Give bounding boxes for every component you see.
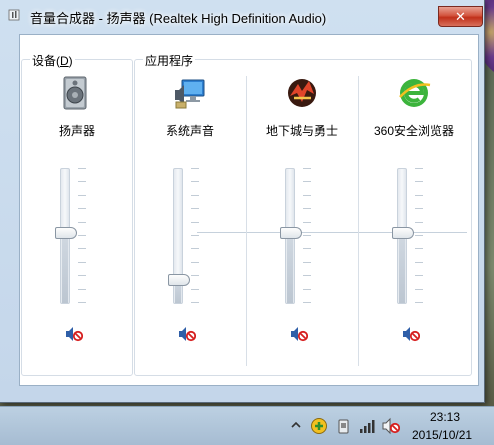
close-button[interactable]: ✕ xyxy=(438,6,483,27)
slider-tick xyxy=(303,235,311,236)
volume-slider-thumb[interactable] xyxy=(168,274,190,287)
mute-toggle-icon[interactable] xyxy=(178,326,196,342)
channel-system-sounds: 系统声音 xyxy=(135,60,245,375)
volume-mixer-window: 音量合成器 - 扬声器 (Realtek High Definition Aud… xyxy=(0,0,485,403)
slider-tick xyxy=(191,208,199,209)
speaker-icon[interactable] xyxy=(60,76,94,110)
360-security-icon[interactable] xyxy=(310,417,328,435)
slider-tick xyxy=(415,262,423,263)
volume-level-fill xyxy=(287,233,293,303)
taskbar: 23:13 2015/10/21 xyxy=(0,406,494,445)
slider-tick xyxy=(191,168,199,169)
slider-tick xyxy=(191,262,199,263)
slider-tick xyxy=(78,181,86,182)
slider-tick xyxy=(78,235,86,236)
slider-tick xyxy=(303,262,311,263)
slider-tick xyxy=(415,248,423,249)
slider-tick xyxy=(415,168,423,169)
slider-tick xyxy=(191,302,199,303)
volume-mixer-icon xyxy=(8,9,20,21)
slider-tick xyxy=(415,181,423,182)
title-bar[interactable]: 音量合成器 - 扬声器 (Realtek High Definition Aud… xyxy=(0,0,484,30)
slider-tick xyxy=(415,195,423,196)
volume-slider-thumb[interactable] xyxy=(280,227,302,240)
channel-name: 360安全浏览器 xyxy=(373,124,455,138)
slider-tick xyxy=(303,289,311,290)
slider-tick xyxy=(415,289,423,290)
slider-tick xyxy=(78,302,86,303)
volume-level-fill xyxy=(399,233,405,303)
slider-tick xyxy=(303,222,311,223)
close-icon: ✕ xyxy=(455,8,466,24)
channel-name: 系统声音 xyxy=(165,124,214,138)
slider-tick xyxy=(78,208,86,209)
slider-tick xyxy=(303,248,311,249)
slider-tick xyxy=(415,235,423,236)
channel-speakers: 扬声器 xyxy=(22,60,132,375)
clock-time[interactable]: 23:13 xyxy=(430,410,460,424)
slider-tick xyxy=(415,208,423,209)
slider-tick xyxy=(191,289,199,290)
usb-device-icon[interactable] xyxy=(334,417,352,435)
slider-tick xyxy=(78,289,86,290)
volume-slider-thumb[interactable] xyxy=(392,227,414,240)
channel-name: 扬声器 xyxy=(58,124,95,138)
slider-tick xyxy=(303,181,311,182)
slider-tick xyxy=(78,248,86,249)
channel-360-browser: 360安全浏览器 xyxy=(359,60,469,375)
slider-ticks xyxy=(303,168,313,304)
slider-tick xyxy=(191,222,199,223)
slider-tick xyxy=(415,302,423,303)
slider-tick xyxy=(191,248,199,249)
slider-tick xyxy=(303,168,311,169)
channel-name: 地下城与勇士 xyxy=(265,124,338,138)
slider-tick xyxy=(191,275,199,276)
mute-toggle-icon[interactable] xyxy=(65,326,83,342)
show-hidden-icons-arrow-icon[interactable] xyxy=(290,419,302,431)
window-title: 音量合成器 - 扬声器 (Realtek High Definition Aud… xyxy=(30,11,327,26)
dnf-game-icon[interactable] xyxy=(285,76,319,110)
slider-ticks xyxy=(191,168,201,304)
slider-tick xyxy=(303,195,311,196)
mute-toggle-icon[interactable] xyxy=(290,326,308,342)
slider-tick xyxy=(415,222,423,223)
slider-tick xyxy=(78,195,86,196)
slider-tick xyxy=(191,235,199,236)
slider-tick xyxy=(303,275,311,276)
slider-tick xyxy=(78,168,86,169)
mute-toggle-icon[interactable] xyxy=(402,326,420,342)
slider-tick xyxy=(191,181,199,182)
device-group: 设备(D) 扬声器 xyxy=(21,52,133,376)
volume-muted-icon[interactable] xyxy=(382,417,400,435)
volume-slider-thumb[interactable] xyxy=(55,227,77,240)
system-sounds-icon[interactable] xyxy=(173,76,207,110)
volume-level-fill xyxy=(62,233,68,303)
applications-group: 应用程序 系统声音 地下城与勇士 360安全浏览器 xyxy=(134,52,472,376)
network-signal-icon[interactable] xyxy=(358,417,376,435)
slider-tick xyxy=(191,195,199,196)
slider-tick xyxy=(78,275,86,276)
slider-ticks xyxy=(415,168,425,304)
mixer-client-area: 设备(D) 扬声器 应用程序 系统声音 地下城与勇士 360安全浏览器 xyxy=(19,34,479,386)
360-browser-icon[interactable] xyxy=(397,76,431,110)
slider-tick xyxy=(303,208,311,209)
slider-tick xyxy=(78,262,86,263)
clock-date[interactable]: 2015/10/21 xyxy=(412,428,472,442)
slider-tick xyxy=(78,222,86,223)
slider-tick xyxy=(415,275,423,276)
channel-dnf-game: 地下城与勇士 xyxy=(247,60,357,375)
slider-tick xyxy=(303,302,311,303)
slider-ticks xyxy=(78,168,88,304)
